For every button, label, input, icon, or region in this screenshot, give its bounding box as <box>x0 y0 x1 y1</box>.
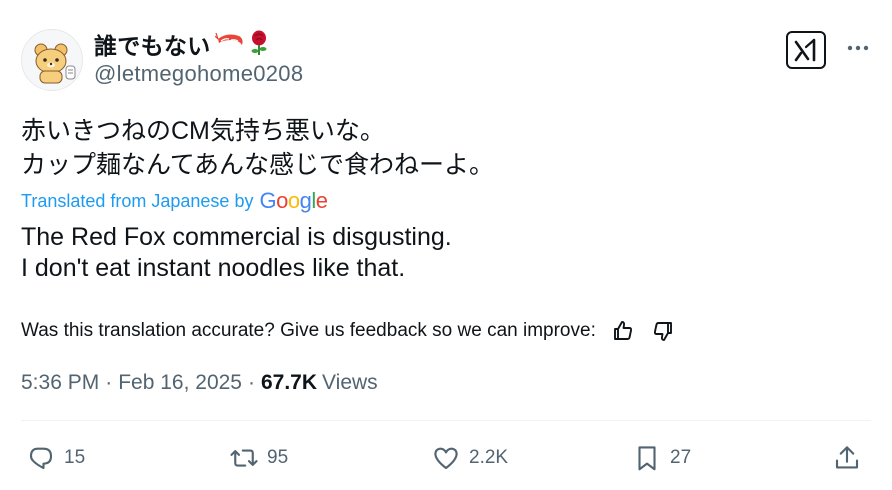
translation-attribution: Translated from Japanese by Google <box>21 186 328 216</box>
tweet-original-line: 赤いきつねのCM気持ち悪いな。 <box>21 117 385 145</box>
author-name-row[interactable]: 誰でもない <box>94 29 269 59</box>
bear-avatar-icon <box>34 43 76 84</box>
tweet-date[interactable]: Feb 16, 2025 <box>118 371 242 395</box>
display-name[interactable]: 誰でもない <box>94 27 211 61</box>
thumbs-up-button[interactable] <box>610 318 636 344</box>
like-count: 2.2K <box>469 447 509 468</box>
more-button[interactable] <box>845 38 871 58</box>
share-button[interactable] <box>832 436 862 480</box>
translated-label[interactable]: Translated from Japanese by <box>21 191 253 212</box>
thumbs-up-icon <box>613 321 632 340</box>
share-icon <box>835 446 859 469</box>
tweet-original-text: 赤いきつねのCM気持ち悪いな。 カップ麺なんてあんな感じで食わねーよ。 <box>21 114 494 182</box>
meta-separator: · <box>105 371 113 394</box>
reply-count: 15 <box>64 447 86 468</box>
heart-icon <box>434 447 458 470</box>
bookmark-icon <box>638 446 656 471</box>
tweet-translation-text: The Red Fox commercial is disgusting. I … <box>21 222 452 284</box>
tweet-time[interactable]: 5:36 PM <box>21 371 99 395</box>
divider <box>21 420 871 421</box>
google-logo: Google <box>259 188 328 213</box>
like-button[interactable]: 2.2K <box>431 436 508 480</box>
translation-feedback: Was this translation accurate? Give us f… <box>21 316 676 346</box>
thumbs-down-icon <box>653 322 672 341</box>
tweet-translation-line: The Red Fox commercial is disgusting. <box>21 223 452 251</box>
reply-button[interactable]: 15 <box>26 436 85 480</box>
repost-count: 95 <box>267 447 289 468</box>
thumbs-down-button[interactable] <box>650 318 676 344</box>
bookmark-button[interactable]: 27 <box>632 436 691 480</box>
author-handle[interactable]: @letmegohome0208 <box>94 61 303 87</box>
grok-icon <box>794 38 816 62</box>
bookmark-count: 27 <box>670 447 692 468</box>
more-dots-icon <box>847 45 869 51</box>
tweet-meta: 5:36 PM · Feb 16, 2025 · 67.7K Views <box>21 368 378 398</box>
meta-separator: · <box>247 371 255 394</box>
tweet-translation-line: I don't eat instant noodles like that. <box>21 254 406 282</box>
action-bar: 15 95 2.2K 27 <box>0 436 892 480</box>
grok-button[interactable] <box>786 31 826 69</box>
tweet-original-line: カップ麺なんてあんな感じで食わねーよ。 <box>21 151 495 179</box>
views-count: 67.7K <box>260 371 318 394</box>
repost-button[interactable]: 95 <box>229 436 288 480</box>
avatar[interactable] <box>21 29 83 91</box>
shrimp-emoji-icon <box>214 31 245 58</box>
rose-emoji-icon <box>249 29 269 60</box>
repost-icon <box>230 449 258 467</box>
tweet: 誰でもない @letmegohome0208 赤いきつねのCM気持ち悪いな。 カ… <box>0 0 892 490</box>
feedback-prompt: Was this translation accurate? Give us f… <box>21 320 596 341</box>
views-label: Views <box>322 371 378 394</box>
reply-icon <box>29 447 53 470</box>
